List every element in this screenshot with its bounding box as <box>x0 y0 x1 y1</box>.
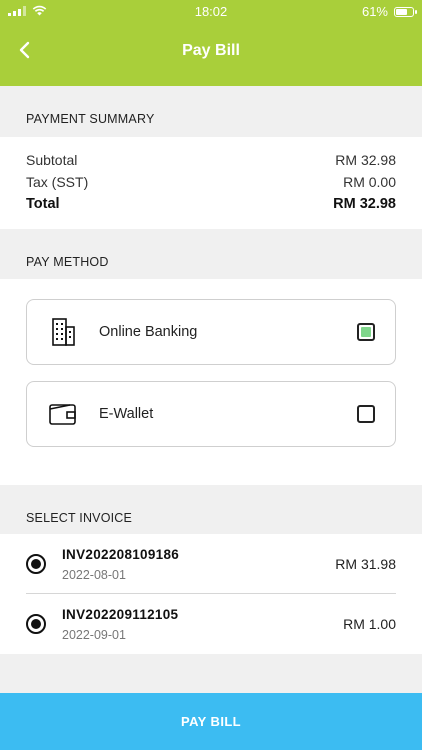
select-invoice-label: SELECT INVOICE <box>26 511 133 525</box>
total-row: Total RM 32.98 <box>26 196 396 212</box>
invoice-row[interactable]: INV202209112105 2022-09-01 RM 1.00 <box>0 594 422 654</box>
invoice-panel: INV202208109186 2022-08-01 RM 31.98 INV2… <box>0 534 422 654</box>
payment-summary-panel: Subtotal RM 32.98 Tax (SST) RM 0.00 Tota… <box>0 137 422 229</box>
page-title: Pay Bill <box>182 42 240 59</box>
battery-status: 61% <box>361 4 417 19</box>
header-bar: 18:02 61% Pay Bill <box>0 0 422 86</box>
building-icon <box>52 318 75 346</box>
e-wallet-checkbox[interactable] <box>357 405 375 423</box>
pay-bill-button[interactable]: PAY BILL <box>0 693 422 750</box>
invoice-number: INV202209112105 <box>62 607 179 622</box>
wallet-icon <box>49 404 76 425</box>
subtotal-value: RM 32.98 <box>335 152 396 168</box>
invoice-amount: RM 31.98 <box>335 556 396 572</box>
pay-method-panel: Online Banking E-Wallet <box>0 279 422 485</box>
invoice-radio[interactable] <box>26 614 46 634</box>
method-label: E-Wallet <box>99 406 154 422</box>
invoice-date: 2022-08-01 <box>62 568 126 582</box>
invoice-date: 2022-09-01 <box>62 628 126 642</box>
subtotal-row: Subtotal RM 32.98 <box>26 152 396 168</box>
status-time: 18:02 <box>194 4 228 19</box>
status-bar: 18:02 61% <box>0 0 422 22</box>
payment-summary-label: PAYMENT SUMMARY <box>26 112 155 126</box>
online-banking-checkbox[interactable] <box>357 323 375 341</box>
total-value: RM 32.98 <box>333 196 396 212</box>
invoice-amount: RM 1.00 <box>343 616 396 632</box>
battery-percent: 61% <box>361 4 388 19</box>
battery-icon <box>394 6 417 17</box>
tax-value: RM 0.00 <box>343 174 396 190</box>
method-e-wallet[interactable]: E-Wallet <box>26 381 396 447</box>
method-label: Online Banking <box>99 324 198 340</box>
method-online-banking[interactable]: Online Banking <box>26 299 396 365</box>
invoice-radio[interactable] <box>26 554 46 574</box>
subtotal-label: Subtotal <box>26 152 78 168</box>
tax-row: Tax (SST) RM 0.00 <box>26 174 396 190</box>
invoice-number: INV202208109186 <box>62 547 180 562</box>
invoice-row[interactable]: INV202208109186 2022-08-01 RM 31.98 <box>0 534 422 594</box>
tax-label: Tax (SST) <box>26 174 89 190</box>
total-label: Total <box>26 196 60 212</box>
pay-method-label: PAY METHOD <box>26 255 109 269</box>
